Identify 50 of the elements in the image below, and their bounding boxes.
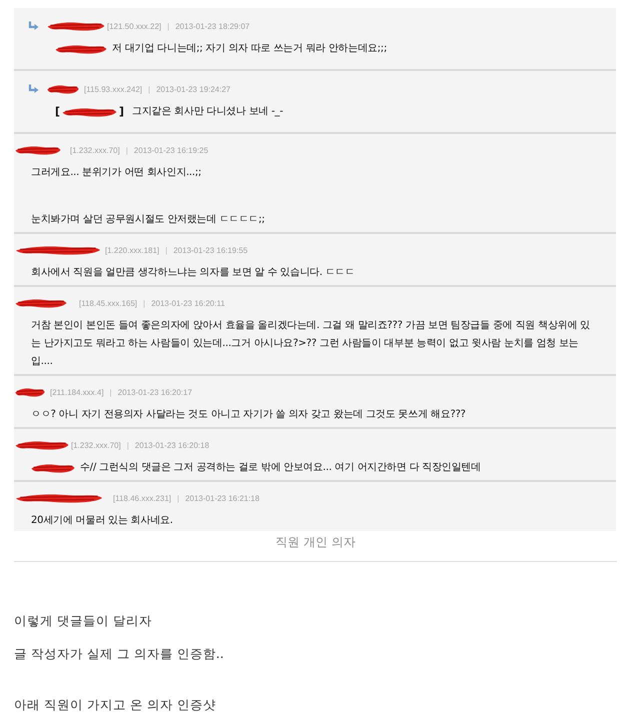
- bracket-text: ]: [119, 104, 124, 120]
- comment-text: 회사에서 직원을 얼만큼 생각하느냐는 의자를 보면 알 수 있습니다. ㄷㄷㄷ: [31, 266, 355, 280]
- comment-text: 20세기에 머물러 있는 회사네요.: [31, 514, 173, 528]
- comment-text: 그러게요... 분위기가 어떤 회사인지...;;: [31, 166, 202, 180]
- scribble-icon: [47, 84, 79, 94]
- scribble-icon: [15, 144, 61, 156]
- comment-text: 저 대기업 다니는데;; 자기 의자 따로 쓰는거 뭐라 안하는데요;;;: [112, 42, 387, 56]
- ip-address: [118.45.xxx.165]: [79, 298, 138, 308]
- comment-text: ㅇㅇ? 아니 자기 전용의자 사달라는 것도 아니고 자기가 쓸 의자 갖고 왔는데 그것도 못쓰게 해요???: [31, 408, 466, 422]
- comment-date: 2013-01-23 16:20:18: [134, 440, 210, 450]
- comment-date: 2013-01-23 16:20:11: [151, 298, 225, 308]
- comment-text: 거참 본인이 본인돈 들여 좋은의자에 앉아서 효율을 올리겠다는데. 그걸 왜 말리죠??? 가끔 보면 팀장급들 중에 직원 책상위에 있 는 난가지고도 뭐라고 하는 사람들이 있는데...그거 아시나요?>?? 그런 사람들이 대부분 능력이 없고 윗사람 눈치를 엄청 보는 입....: [31, 319, 590, 369]
- bracket-text: [: [55, 104, 60, 120]
- ip-address: [121.50.xxx.22]: [107, 22, 162, 30]
- meta-separator: |: [126, 146, 128, 154]
- article-paragraph: 이렇게 댓글들이 달리자: [14, 612, 153, 630]
- meta-separator: |: [110, 388, 112, 396]
- comment-date: 2013-01-23 16:20:17: [118, 388, 192, 396]
- scribble-icon: [47, 20, 105, 32]
- comment-text: 눈치봐가며 살던 공무원시절도 안저랬는데 ㄷㄷㄷㄷ;;: [31, 213, 265, 227]
- meta-separator: |: [143, 298, 146, 308]
- scribble-icon: [15, 386, 45, 398]
- article-paragraph: 글 작성자가 실제 그 의자를 인증함..: [14, 645, 225, 663]
- ip-address: [115.93.xxx.242]: [84, 84, 142, 94]
- scribble-icon: [31, 462, 75, 474]
- comment-date: 2013-01-23 16:21:18: [185, 494, 260, 502]
- meta-separator: |: [165, 246, 168, 254]
- meta-separator: |: [148, 84, 150, 94]
- comment-date: 2013-01-23 19:24:27: [156, 84, 230, 94]
- meta-separator: |: [126, 440, 129, 450]
- ip-address: [1.232.xxx.70]: [71, 440, 121, 450]
- ip-address: [1.232.xxx.70]: [70, 146, 120, 154]
- scribble-icon: [55, 44, 107, 54]
- comment-date: 2013-01-23 16:19:25: [134, 146, 208, 154]
- scribble-icon: [62, 106, 118, 118]
- meta-separator: |: [177, 494, 180, 502]
- scribble-icon: [15, 440, 69, 450]
- scribble-icon: [15, 244, 101, 256]
- ip-address: [1.220.xxx.181]: [105, 246, 160, 254]
- comment-date: 2013-01-23 18:29:07: [175, 22, 250, 30]
- meta-separator: |: [167, 22, 170, 30]
- article-paragraph: 아래 직원이 가지고 온 의자 인증샷: [14, 696, 217, 714]
- image-caption: 직원 개인 의자: [274, 534, 356, 550]
- ip-address: [211.184.xxx.4]: [50, 388, 104, 396]
- scribble-icon: [15, 492, 103, 504]
- scribble-icon: [15, 298, 67, 308]
- comment-date: 2013-01-23 16:19:55: [173, 246, 248, 254]
- comment-text: 그지같은 회사만 다니셨나 보네 -_-: [132, 105, 283, 119]
- ip-address: [118.46.xxx.231]: [113, 494, 172, 502]
- comment-text: 수// 그런식의 댓글은 그저 공격하는 걸로 밖에 안보여요... 여기 어지간하면 다 직장인일텐데: [80, 461, 481, 475]
